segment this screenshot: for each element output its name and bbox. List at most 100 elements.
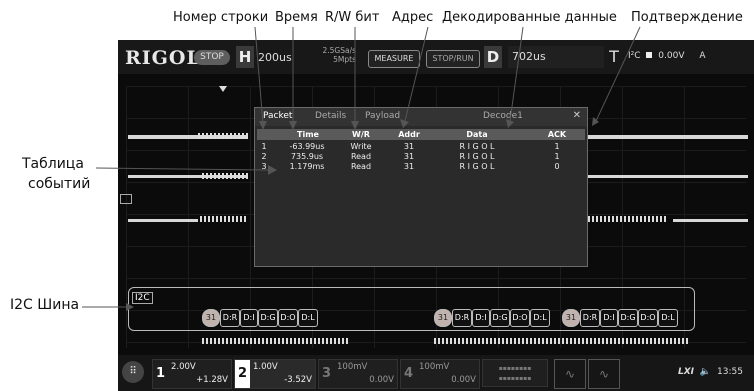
annotation-row-number: Номер строки [173, 10, 269, 25]
home-menu-icon[interactable]: ⠿ [122, 361, 144, 383]
trigger-level-icon [646, 52, 653, 58]
trigger-source: I²C [628, 51, 641, 61]
channel-3-scale: 100mV [337, 362, 368, 372]
annotation-ack: Подтверждение [631, 10, 743, 25]
tab-details[interactable]: Details [315, 111, 346, 121]
logic-channels-icon[interactable]: ▪▪▪▪▪▪▪▪ ▪▪▪▪▪▪▪▪ [482, 359, 548, 387]
channel-4-box[interactable]: 4 100mV 0.00V [400, 359, 480, 389]
channel-2-number: 2 [235, 360, 250, 388]
tab-decode1[interactable]: Decode1 [483, 111, 523, 121]
sample-rate-info: 2.5GSa/s 5Mpts [308, 46, 356, 64]
row-number: 3 [261, 162, 267, 171]
row-addr: 31 [403, 152, 415, 161]
channel-1-scale: 2.00V [171, 362, 196, 372]
row-time: 1.179ms [289, 162, 325, 171]
sample-rate: 2.5GSa/s [322, 46, 356, 55]
bus-address-cell: 31 [562, 309, 580, 327]
waveform-trace-3-data-right [588, 216, 668, 222]
channel-3-box[interactable]: 3 100mV 0.00V [318, 359, 398, 389]
measure-button[interactable]: MEASURE [368, 50, 420, 68]
row-data: R I G O L [459, 152, 495, 161]
row-time: 735.9us [290, 152, 324, 161]
tab-packet[interactable]: Packet [263, 111, 292, 121]
annotation-rw-bit: R/W бит [325, 10, 380, 25]
bus-data-cell: D:L [658, 309, 678, 327]
top-status-bar: RIGOL STOP H 200us 2.5GSa/s 5Mpts MEASUR… [118, 40, 754, 74]
stop-run-button[interactable]: STOP/RUN [426, 50, 480, 68]
table-row[interactable]: 1 -63.99us Write 31 R I G O L 1 [257, 142, 585, 152]
column-header-ack: ACK [547, 130, 567, 139]
waveform-trace-1-right [588, 135, 748, 139]
channel-3-offset: 0.00V [369, 375, 394, 385]
bus-data-cell: D:R [220, 309, 240, 327]
table-row[interactable]: 2 735.9us Read 31 R I G O L 1 [257, 152, 585, 162]
event-table-tabs: Packet Details Payload Decode1 ✕ [255, 108, 587, 126]
waveform-trace-3-right [673, 219, 748, 222]
status-area: LXI 🔈 13:55 [678, 367, 743, 377]
channel-2-offset: -3.52V [284, 375, 312, 385]
bus-data-cell: D:I [600, 309, 618, 327]
row-wr: Read [350, 152, 372, 161]
delay-badge[interactable]: D [484, 46, 502, 68]
waveform-trace-3 [128, 219, 198, 222]
table-row[interactable]: 3 1.179ms Read 31 R I G O L 0 [257, 162, 585, 172]
channel-2-box[interactable]: 2 1.00V -3.52V [234, 359, 316, 389]
trigger-info[interactable]: I²C 0.00V A [628, 51, 706, 61]
row-addr: 31 [403, 142, 415, 151]
channel-marker-icon [120, 194, 132, 204]
trigger-badge[interactable]: T [605, 46, 623, 68]
close-icon[interactable]: ✕ [573, 110, 581, 121]
channel-2-scale: 1.00V [253, 362, 278, 372]
waveform-trace-4-data-right [434, 338, 690, 344]
rigol-logo: RIGOL [125, 47, 201, 69]
row-number: 1 [261, 142, 267, 151]
bottom-channel-bar: ⠿ 1 2.00V +1.28V 2 1.00V -3.52V 3 100mV … [118, 355, 754, 391]
trigger-position-marker-icon [219, 86, 227, 92]
event-table-header: Time W/R Addr Data ACK [257, 129, 585, 140]
generator-1-icon[interactable]: ∿ [554, 359, 586, 389]
column-header-wr: W/R [352, 130, 370, 139]
waveform-trace-3-data [200, 216, 248, 222]
timebase-value[interactable]: 200us [258, 51, 292, 64]
trigger-mode: A [699, 51, 706, 61]
tab-payload[interactable]: Payload [365, 111, 400, 121]
speaker-icon[interactable]: 🔈 [700, 367, 711, 377]
bus-address-cell: 31 [202, 309, 220, 327]
waveform-trace-1-data [198, 133, 248, 139]
bus-data-cell: D:G [490, 309, 510, 327]
bus-address-cell: 31 [434, 309, 452, 327]
bus-data-cell: D:O [278, 309, 298, 327]
annotation-address: Адрес [392, 10, 434, 25]
bus-data-cell: D:L [298, 309, 318, 327]
lxi-logo: LXI [678, 367, 695, 377]
bus-data-cell: D:L [530, 309, 550, 327]
run-state-badge[interactable]: STOP [194, 50, 230, 65]
row-number: 2 [261, 152, 267, 161]
waveform-trace-2-data [202, 173, 248, 179]
horizontal-badge[interactable]: H [236, 46, 254, 68]
annotation-time: Время [275, 10, 318, 25]
row-wr: Write [350, 142, 372, 151]
bus-data-cell: D:G [618, 309, 638, 327]
channel-4-scale: 100mV [419, 362, 450, 372]
column-header-time: Time [297, 130, 319, 139]
delay-value[interactable]: 702us [508, 46, 604, 68]
row-ack: 0 [554, 162, 560, 171]
column-header-data: Data [466, 130, 488, 139]
row-time: -63.99us [289, 142, 325, 151]
row-ack: 1 [554, 142, 560, 151]
row-data: R I G O L [459, 142, 495, 151]
event-table-panel: Packet Details Payload Decode1 ✕ Time W/… [254, 107, 588, 267]
i2c-bus-label: I2C [132, 292, 153, 304]
bus-data-cell: D:R [452, 309, 472, 327]
row-ack: 1 [554, 152, 560, 161]
channel-1-offset: +1.28V [196, 375, 228, 385]
bus-data-cell: D:I [472, 309, 490, 327]
generator-2-icon[interactable]: ∿ [588, 359, 620, 389]
annotation-i2c-bus: I2C Шина [10, 297, 80, 313]
channel-1-box[interactable]: 1 2.00V +1.28V [152, 359, 232, 389]
waveform-trace-2-right [588, 175, 748, 178]
row-wr: Read [350, 162, 372, 171]
bus-data-cell: D:R [580, 309, 600, 327]
memory-depth: 5Mpts [333, 55, 356, 64]
